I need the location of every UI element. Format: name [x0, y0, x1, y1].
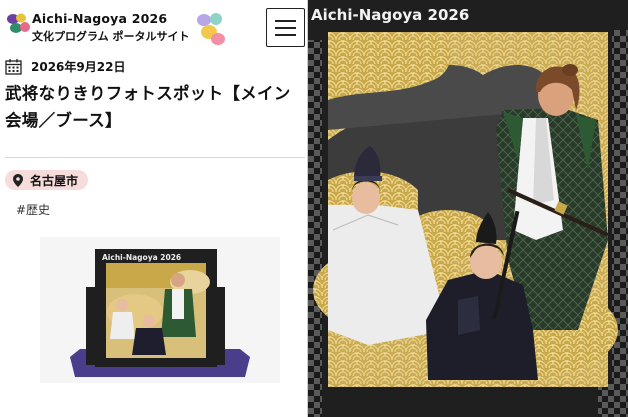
event-date-row: 2026年9月22日 [5, 56, 125, 76]
decorative-blob-icon [197, 13, 225, 45]
category-tag[interactable]: #歴史 [16, 201, 50, 218]
site-header: Aichi-Nagoya 2026 文化プログラム ポータルサイト [0, 0, 307, 50]
photo-frame-title: Aichi-Nagoya 2026 [311, 6, 469, 24]
menu-line [275, 20, 296, 22]
thumbnail-frame-title: Aichi-Nagoya 2026 [102, 253, 181, 262]
calendar-icon [5, 58, 22, 75]
hamburger-menu-button[interactable] [266, 8, 305, 47]
logo-subtitle[interactable]: 文化プログラム ポータルサイト [32, 28, 190, 44]
divider [5, 157, 305, 158]
event-date: 2026年9月22日 [31, 59, 126, 74]
photo-booth-illustration: Aichi-Nagoya 2026 [70, 249, 250, 377]
event-title: 武将なりきりフォトスポット【メイン会場／ブース】 [5, 84, 291, 130]
logo-title[interactable]: Aichi-Nagoya 2026 [32, 11, 167, 26]
event-detail-panel: Aichi-Nagoya 2026 文化プログラム ポータルサイト 2026年9… [0, 0, 307, 417]
menu-line [275, 34, 296, 36]
menu-line [275, 27, 296, 29]
logo-mark-icon[interactable] [4, 9, 34, 39]
photo-spot-image: Aichi-Nagoya 2026 [308, 0, 628, 417]
location-label: 名古屋市 [30, 173, 79, 188]
location-badge[interactable]: 名古屋市 [5, 170, 89, 190]
samurai-photo-illustration: Aichi-Nagoya 2026 [308, 0, 628, 417]
photo-spot-thumbnail[interactable]: Aichi-Nagoya 2026 [40, 237, 280, 383]
location-pin-icon [13, 173, 23, 187]
